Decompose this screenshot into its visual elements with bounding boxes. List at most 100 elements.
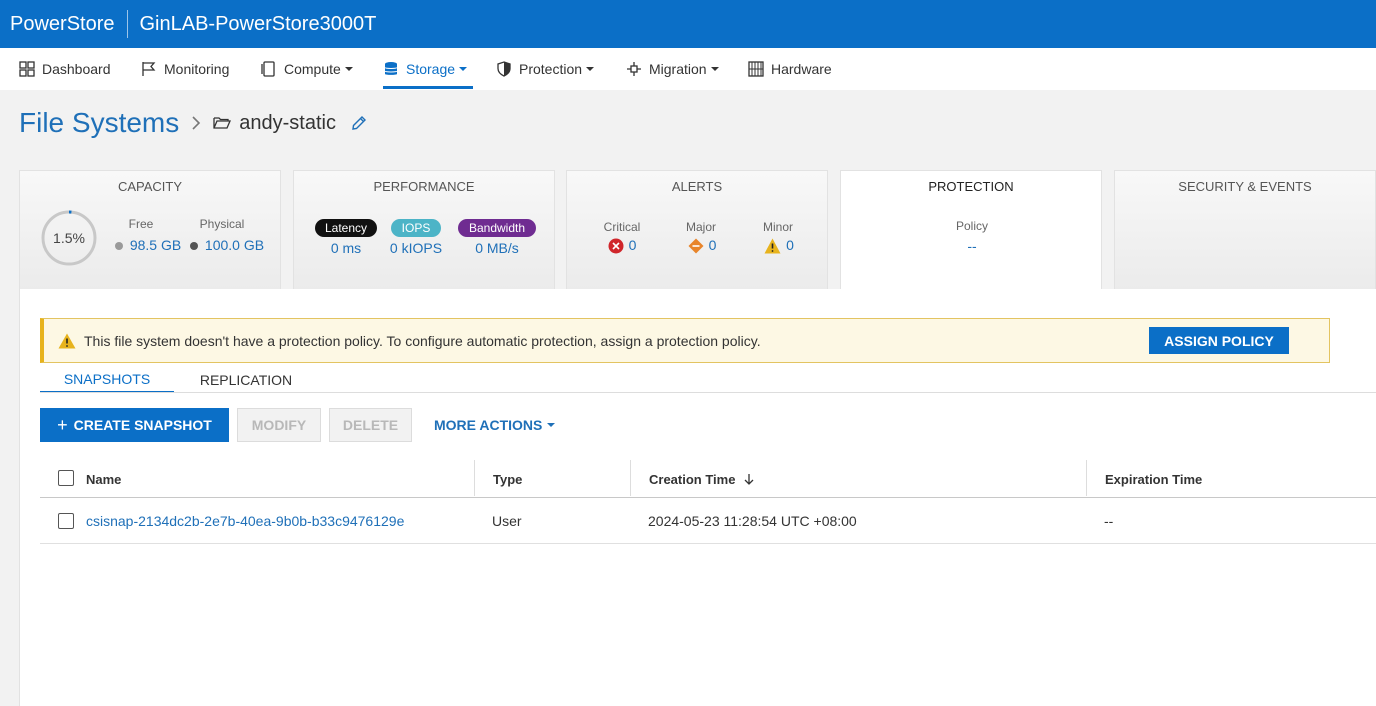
chevron-down-icon [710, 67, 719, 71]
select-all-checkbox[interactable] [58, 470, 74, 486]
nav-compute[interactable]: Compute [261, 48, 353, 90]
snapshot-name-link[interactable]: csisnap-2134dc2b-2e7b-40ea-9b0b-b33c9476… [86, 510, 404, 532]
plus-icon: + [57, 414, 68, 435]
card-performance-title: PERFORMANCE [373, 179, 475, 194]
chevron-down-icon [344, 67, 353, 71]
card-protection[interactable]: PROTECTION Policy -- [840, 170, 1102, 291]
critical-count: 0 [628, 237, 637, 253]
brand-name[interactable]: PowerStore [0, 13, 127, 36]
column-divider[interactable] [1086, 460, 1087, 496]
breadcrumb-file-systems[interactable]: File Systems [19, 107, 179, 139]
card-capacity-title: CAPACITY [117, 179, 183, 194]
nav-protection-label: Protection [519, 61, 583, 77]
snapshot-creation-time: 2024-05-23 11:28:54 UTC +08:00 [648, 513, 857, 529]
minor-count: 0 [786, 237, 794, 253]
bandwidth-pill: Bandwidth [458, 219, 536, 237]
create-snapshot-button[interactable]: + CREATE SNAPSHOT [40, 408, 229, 442]
column-divider[interactable] [630, 460, 631, 496]
more-actions-button[interactable]: MORE ACTIONS [434, 408, 556, 442]
chevron-down-icon [459, 67, 468, 71]
table-header-border [40, 497, 1376, 498]
nav-monitoring[interactable]: Monitoring [141, 48, 229, 90]
chevron-down-icon [586, 67, 595, 71]
breadcrumb: File Systems andy-static [19, 103, 368, 143]
nav-active-underline [383, 86, 473, 89]
nav-monitoring-label: Monitoring [164, 61, 230, 77]
latency-value: 0 ms [330, 240, 362, 256]
capacity-free-label: Free [128, 217, 154, 231]
snapshot-expiration-time: -- [1104, 513, 1114, 529]
flag-icon [142, 62, 156, 76]
card-alerts-title: ALERTS [671, 179, 723, 194]
creation-header-label: Creation Time [649, 471, 736, 487]
pencil-icon[interactable] [350, 114, 368, 132]
chevron-right-icon [192, 116, 201, 130]
capacity-physical-label: Physical [199, 217, 245, 231]
warning-icon [58, 333, 76, 348]
capacity-physical-text: 100.0 GB [204, 237, 265, 253]
minor-value: 0 [754, 237, 804, 254]
nav-compute-label: Compute [284, 61, 341, 77]
nav-hardware-label: Hardware [771, 61, 832, 77]
free-dot [114, 242, 123, 251]
policy-label: Policy [955, 219, 988, 233]
latency-pill: Latency [315, 219, 377, 237]
table-row-border [40, 543, 1376, 544]
bandwidth-value: 0 MB/s [475, 240, 519, 256]
page-title: andy-static [239, 111, 336, 134]
main-nav: Dashboard Monitoring Compute Storage Pro… [0, 48, 1376, 90]
nav-storage-label: Storage [406, 61, 456, 77]
protection-warning-banner: This file system doesn't have a protecti… [40, 318, 1330, 363]
iops-pill: IOPS [391, 219, 441, 237]
tab-replication[interactable]: REPLICATION [186, 366, 306, 393]
hardware-icon [748, 61, 764, 77]
column-header-expiration-time[interactable]: Expiration Time [1105, 460, 1202, 498]
folder-open-icon [213, 117, 232, 129]
row-checkbox[interactable] [58, 513, 74, 529]
card-protection-title: PROTECTION [928, 179, 1014, 194]
major-count: 0 [708, 237, 717, 253]
snapshot-type: User [492, 513, 522, 529]
card-alerts[interactable]: ALERTS Critical 0 Major 0 Minor 0 [566, 170, 828, 290]
nav-hardware[interactable]: Hardware [748, 48, 832, 90]
tab-snapshots[interactable]: SNAPSHOTS [40, 366, 174, 393]
column-divider[interactable] [474, 460, 475, 496]
more-actions-label: MORE ACTIONS [434, 417, 543, 433]
sort-down-arrow-icon[interactable] [743, 473, 755, 485]
migration-icon [627, 62, 641, 76]
capacity-physical-value: 100.0 GB [184, 237, 270, 253]
delete-button[interactable]: DELETE [329, 408, 412, 442]
nav-dashboard-label: Dashboard [42, 61, 111, 77]
top-header: PowerStore GinLAB-PowerStore3000T [0, 0, 1376, 48]
critical-icon [608, 238, 624, 254]
create-snapshot-label: CREATE SNAPSHOT [73, 417, 212, 433]
policy-value: -- [967, 238, 977, 254]
card-security-events[interactable]: SECURITY & EVENTS [1114, 170, 1376, 290]
nav-dashboard[interactable]: Dashboard [19, 48, 111, 90]
major-value: 0 [677, 237, 727, 254]
nav-storage[interactable]: Storage [383, 48, 468, 90]
card-capacity[interactable]: CAPACITY 1.5% Free 98.5 GB Physical 100.… [19, 170, 281, 290]
banner-message: This file system doesn't have a protecti… [84, 332, 761, 349]
capacity-free-value: 98.5 GB [108, 237, 188, 253]
database-icon [384, 62, 398, 75]
warning-icon [764, 238, 781, 254]
chevron-down-icon [547, 423, 556, 427]
column-header-type[interactable]: Type [493, 460, 522, 498]
card-performance[interactable]: PERFORMANCE Latency IOPS Bandwidth 0 ms … [293, 170, 555, 290]
major-icon [688, 238, 704, 254]
major-label: Major [685, 220, 716, 234]
column-header-name[interactable]: Name [86, 460, 121, 498]
nav-migration[interactable]: Migration [626, 48, 719, 90]
iops-value: 0 kIOPS [389, 240, 443, 256]
dashboard-icon [19, 61, 35, 77]
critical-value: 0 [597, 237, 647, 254]
minor-label: Minor [762, 220, 793, 234]
nav-protection[interactable]: Protection [496, 48, 595, 90]
assign-policy-button[interactable]: ASSIGN POLICY [1149, 327, 1289, 354]
column-header-creation-time[interactable]: Creation Time [649, 460, 755, 498]
capacity-free-text: 98.5 GB [129, 237, 182, 253]
compute-icon [261, 61, 275, 77]
modify-button[interactable]: MODIFY [237, 408, 321, 442]
system-name: GinLAB-PowerStore3000T [139, 12, 377, 35]
